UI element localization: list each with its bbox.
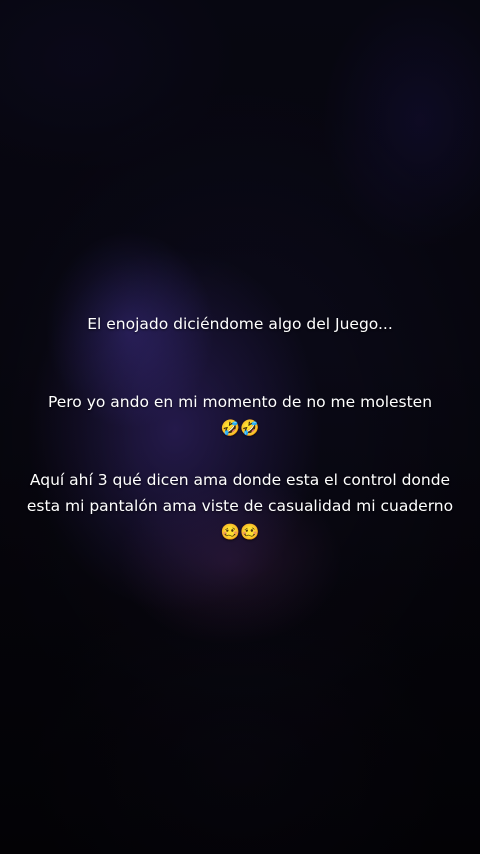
caption-line-2-text: Pero yo ando en mi momento de no me mole… (47, 393, 433, 411)
rofl-emoji: 🤣🤣 (220, 419, 260, 437)
caption-line-3: Aquí ahí 3 qué dicen ama donde esta el c… (26, 471, 454, 541)
caption-line-2: Pero yo ando en mi momento de no me mole… (20, 389, 460, 441)
caption-line-1: El enojado diciéndome algo del Juego... (87, 315, 393, 333)
video-screen[interactable]: El enojado diciéndome algo del Juego... … (0, 0, 480, 854)
